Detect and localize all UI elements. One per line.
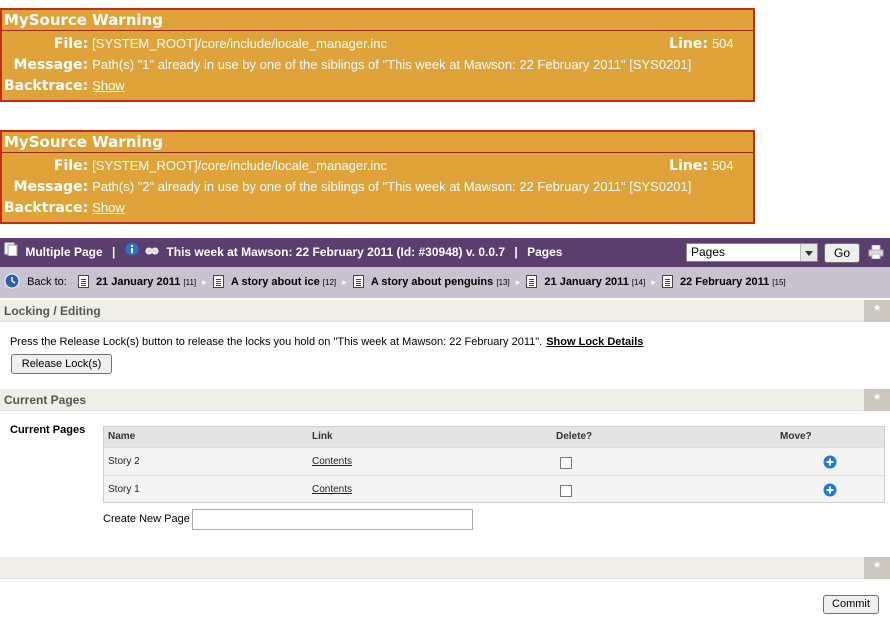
create-new-page-input[interactable]: [192, 509, 473, 530]
backtrace-show-link[interactable]: Show: [92, 200, 125, 215]
chevron-right-icon: ▸: [651, 277, 656, 287]
star-icon[interactable]: *: [864, 557, 890, 579]
page-name: Story 1: [108, 484, 140, 495]
page-icon: [212, 275, 224, 288]
asset-type-label: Multiple Page: [25, 245, 103, 259]
screen-select-value: Pages: [691, 245, 726, 259]
section-header-empty: *: [0, 557, 890, 579]
breadcrumb-item[interactable]: 21 January 2011 [14]: [544, 276, 645, 288]
breadcrumb-item[interactable]: A story about penguins [13]: [371, 276, 510, 288]
warning-box-2: MySource Warning File: [SYSTEM_ROOT]/cor…: [0, 130, 755, 224]
file-value: [SYSTEM_ROOT]/core/include/locale_manage…: [92, 36, 387, 51]
print-icon[interactable]: [868, 244, 884, 260]
go-button[interactable]: Go: [824, 243, 860, 263]
move-icon[interactable]: [823, 455, 837, 469]
preview-icon[interactable]: [145, 238, 159, 267]
file-value: [SYSTEM_ROOT]/core/include/locale_manage…: [92, 158, 387, 173]
star-icon[interactable]: *: [864, 300, 890, 322]
chevron-right-icon: ▸: [202, 277, 207, 287]
message-label: Message:: [13, 56, 89, 73]
column-header: Move?: [780, 431, 812, 442]
asset-title: This week at Mawson: 22 February 2011 (I…: [166, 245, 506, 259]
commit-button[interactable]: Commit: [823, 595, 879, 614]
table-row: Story 1 Contents: [104, 475, 884, 504]
separator: |: [514, 245, 518, 259]
page-icon: [77, 275, 89, 288]
contents-link[interactable]: Contents: [312, 484, 352, 495]
delete-checkbox[interactable]: [560, 485, 572, 497]
page-name: Story 2: [108, 456, 140, 467]
show-lock-details-link[interactable]: Show Lock Details: [546, 336, 643, 348]
chevron-right-icon: ▸: [515, 277, 521, 287]
message-label: Message:: [13, 178, 89, 195]
back-to-label: Back to:: [27, 276, 67, 288]
star-icon[interactable]: *: [864, 389, 890, 411]
warning-title: MySource Warning: [2, 10, 753, 31]
lock-message: Press the Release Lock(s) button to rele…: [10, 336, 644, 348]
section-title: Current Pages: [4, 393, 87, 407]
column-header: Delete?: [556, 431, 593, 442]
chevron-down-icon[interactable]: [800, 244, 817, 261]
back-icon: [4, 271, 20, 302]
chevron-right-icon: ▸: [342, 277, 347, 287]
section-title: Locking / Editing: [4, 304, 101, 318]
current-pages-label: Current Pages: [10, 424, 86, 436]
file-label: File:: [53, 157, 89, 174]
breadcrumb-bar: Back to: 21 January 2011 [11] ▸ A story …: [0, 267, 890, 298]
move-icon[interactable]: [823, 483, 837, 497]
section-header-locking: Locking / Editing *: [0, 300, 890, 322]
multiple-page-icon: [4, 238, 18, 267]
screen-select[interactable]: Pages: [686, 243, 818, 262]
page-icon: [661, 275, 673, 288]
pages-table: Name Link Delete? Move? Story 2 Contents…: [103, 426, 885, 503]
warning-details: File: [SYSTEM_ROOT]/core/include/locale_…: [2, 155, 736, 218]
file-label: File:: [53, 35, 89, 52]
warning-title: MySource Warning: [2, 132, 753, 153]
backtrace-label: Backtrace:: [4, 199, 89, 216]
page-icon: [526, 275, 538, 288]
info-icon[interactable]: [125, 238, 139, 267]
delete-checkbox[interactable]: [560, 457, 572, 469]
separator: |: [112, 245, 116, 259]
line-label: Line:: [669, 157, 708, 174]
message-value: Path(s) "1" already in use by one of the…: [92, 57, 692, 72]
line-value: 504: [711, 158, 734, 173]
column-header: Name: [108, 431, 136, 442]
table-header: Name Link Delete? Move?: [104, 427, 884, 447]
contents-link[interactable]: Contents: [312, 456, 352, 467]
breadcrumb-item[interactable]: A story about ice [12]: [231, 276, 336, 288]
section-header-current-pages: Current Pages *: [0, 389, 890, 411]
create-new-page-label: Create New Page: [103, 513, 190, 525]
backtrace-label: Backtrace:: [4, 77, 89, 94]
column-header: Link: [312, 431, 333, 442]
breadcrumb-item[interactable]: 21 January 2011 [11]: [96, 276, 196, 288]
breadcrumb-item[interactable]: 22 February 2011 [15]: [680, 276, 786, 288]
message-value: Path(s) "2" already in use by one of the…: [92, 179, 692, 194]
warning-box-1: MySource Warning File: [SYSTEM_ROOT]/cor…: [0, 8, 755, 102]
line-value: 504: [711, 36, 734, 51]
table-row: Story 2 Contents: [104, 447, 884, 476]
screen-name: Pages: [527, 245, 563, 259]
page-icon: [352, 275, 364, 288]
line-label: Line:: [669, 35, 708, 52]
release-locks-button[interactable]: Release Lock(s): [11, 354, 112, 374]
backtrace-show-link[interactable]: Show: [92, 78, 125, 93]
breadcrumb: Back to: 21 January 2011 [11] ▸ A story …: [4, 267, 786, 298]
warning-details: File: [SYSTEM_ROOT]/core/include/locale_…: [2, 33, 736, 96]
